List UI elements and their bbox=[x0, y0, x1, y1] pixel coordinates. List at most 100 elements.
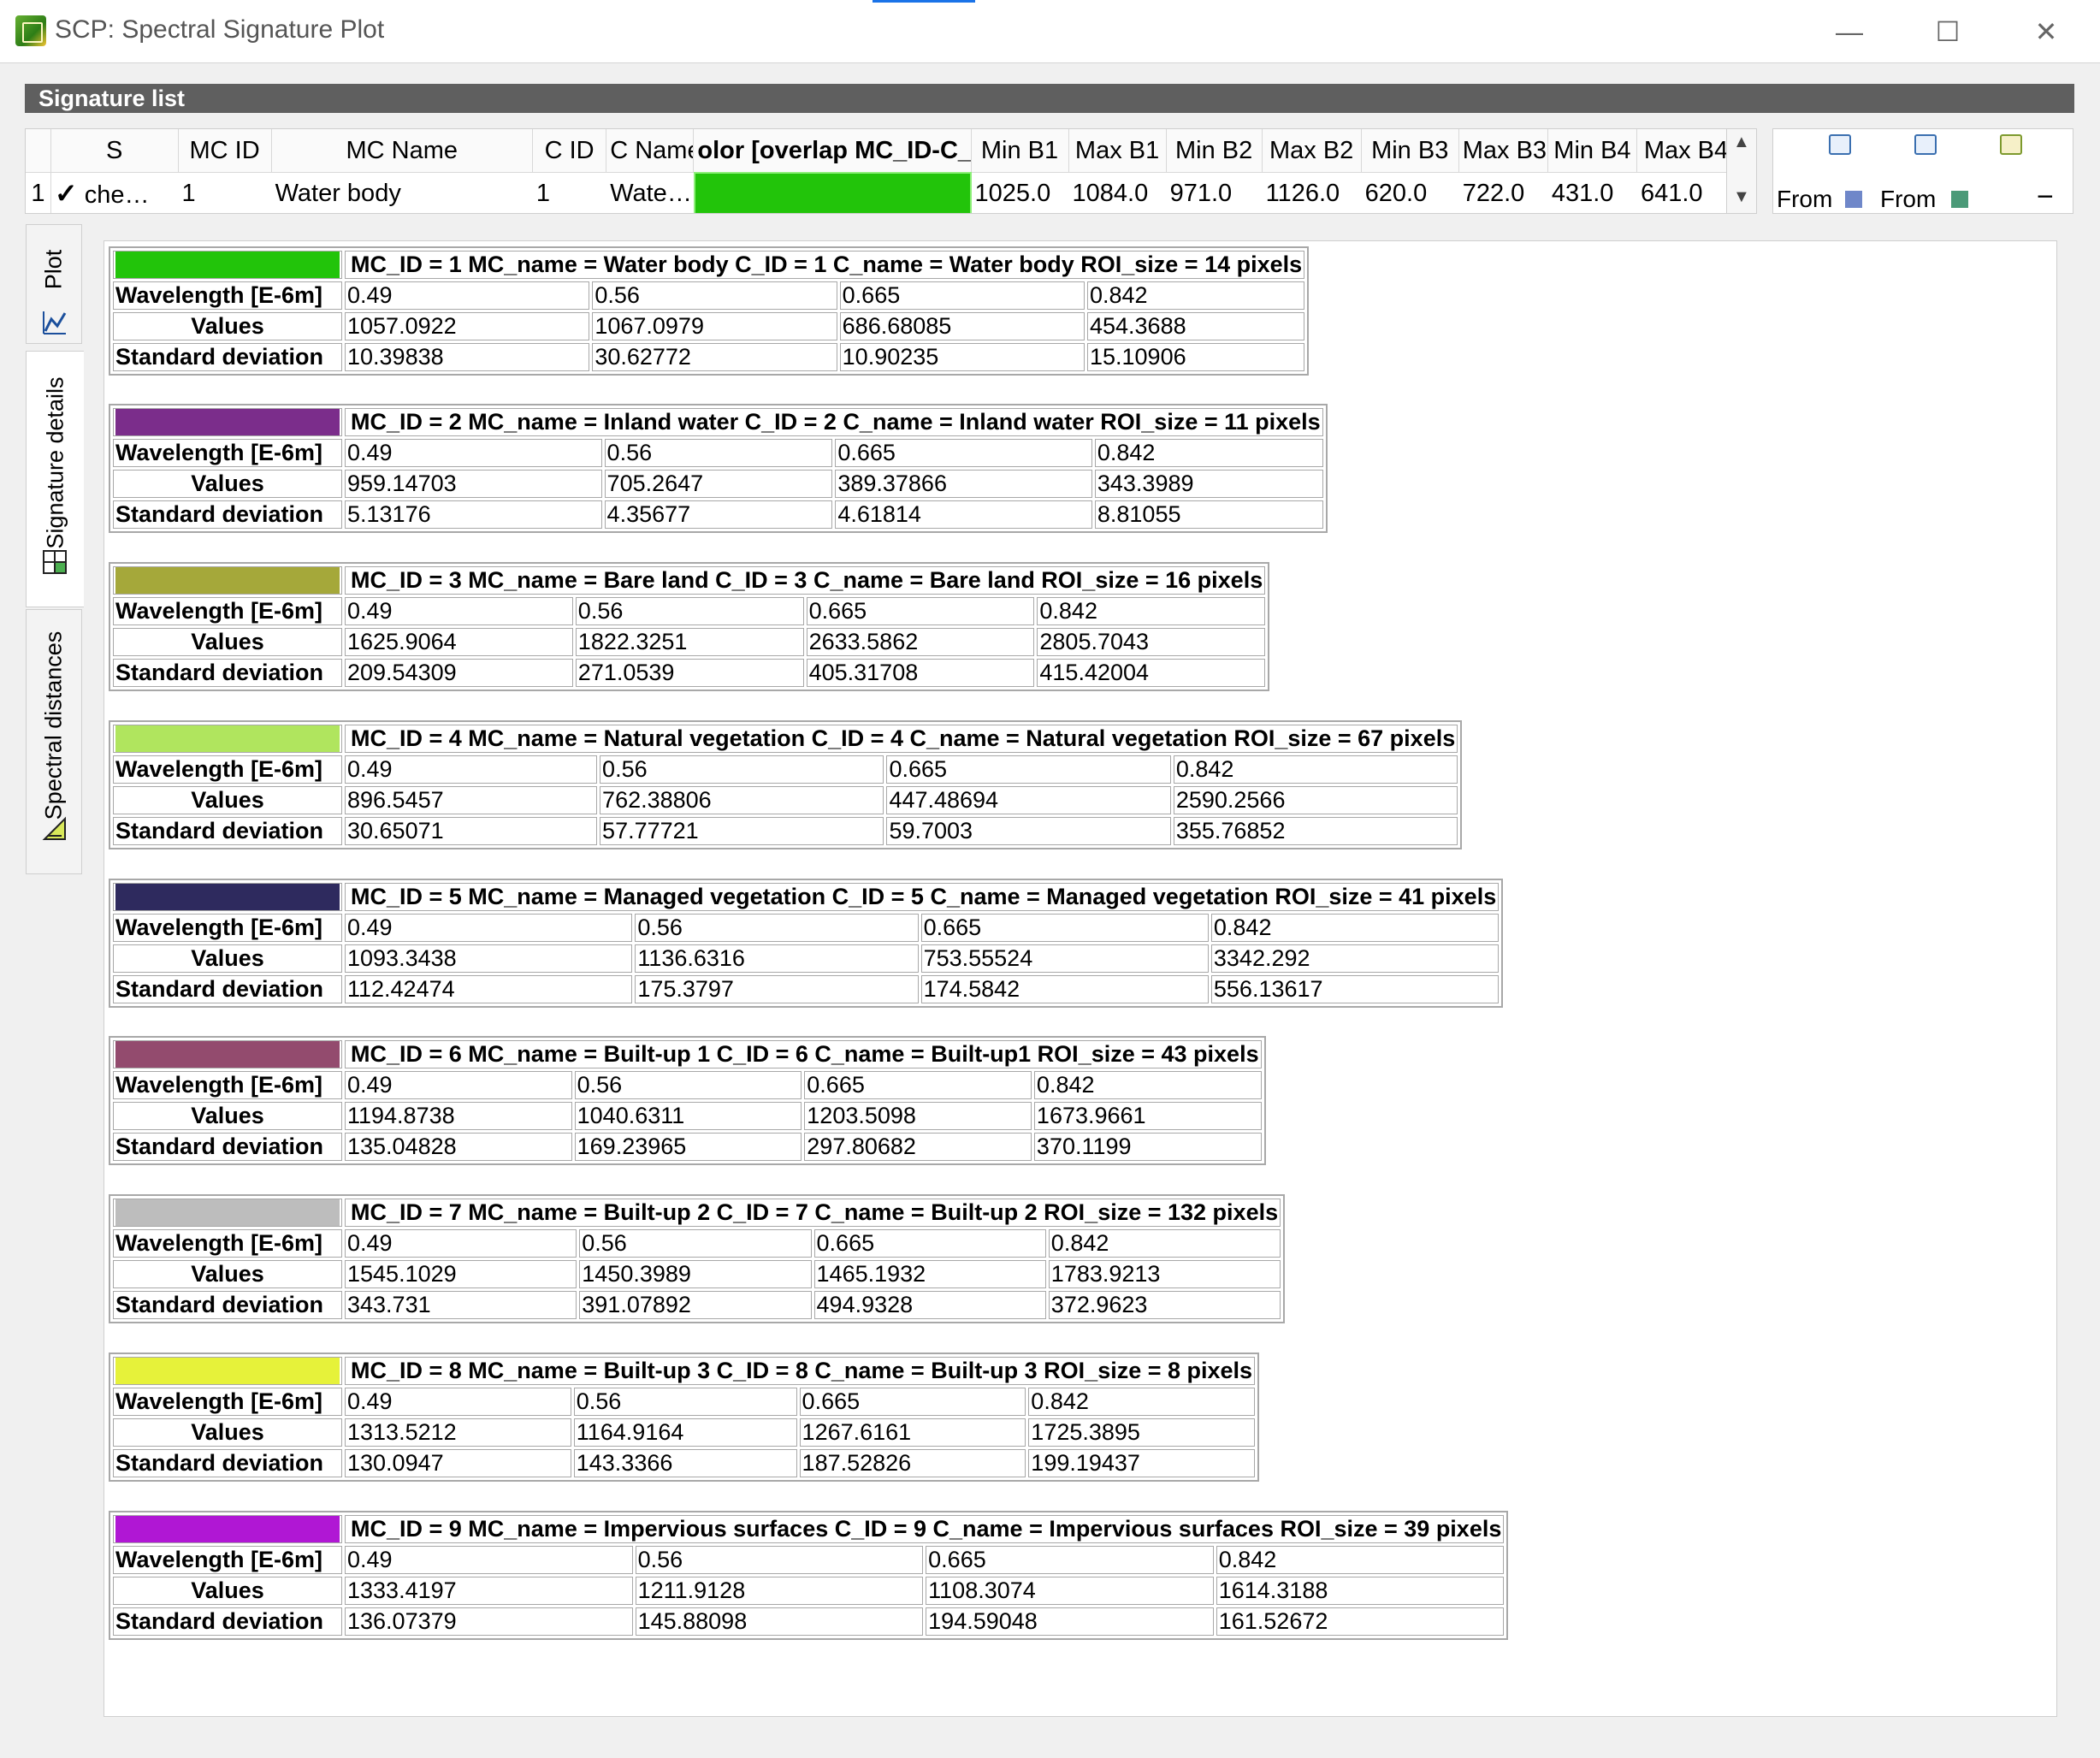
column-header-mc-name[interactable]: MC Name bbox=[272, 129, 533, 172]
column-header-color[interactable]: olor [overlap MC_ID-C_I bbox=[694, 129, 972, 172]
signature-detail-table: MC_ID = 1 MC_name = Water body C_ID = 1 … bbox=[109, 246, 1310, 376]
signature-title-row: MC_ID = 3 MC_name = Bare land C_ID = 3 C… bbox=[113, 566, 1266, 595]
signature-color-cell bbox=[113, 1357, 342, 1385]
tab-plot-label: Plot bbox=[40, 249, 67, 290]
cell-max-b3[interactable]: 722.0 bbox=[1459, 172, 1548, 213]
signature-list-scrollbar[interactable]: ▲ ▼ bbox=[1726, 128, 1757, 214]
maximize-icon: ☐ bbox=[1935, 16, 1961, 47]
column-header-max-b3[interactable]: Max B3 bbox=[1459, 129, 1548, 172]
std-row-cell: 5.13176 bbox=[345, 500, 602, 529]
tab-signature-details[interactable]: Signature details bbox=[26, 351, 84, 607]
cell-min-b1[interactable]: 1025.0 bbox=[972, 172, 1069, 213]
cell-max-b2[interactable]: 1126.0 bbox=[1263, 172, 1362, 213]
cell-max-b4[interactable]: 641.0 bbox=[1637, 172, 1735, 213]
std-row-cell: 145.88098 bbox=[635, 1607, 924, 1636]
signature-title-row: MC_ID = 8 MC_name = Built-up 3 C_ID = 8 … bbox=[113, 1357, 1256, 1385]
std-row-cell: 169.23965 bbox=[574, 1133, 802, 1161]
row-number-header bbox=[26, 129, 51, 172]
wavelength-row-label: Wavelength [E-6m] bbox=[113, 439, 342, 467]
signature-title-row: MC_ID = 5 MC_name = Managed vegetation C… bbox=[113, 883, 1500, 911]
values-row-cell: 1333.4197 bbox=[345, 1577, 633, 1605]
import-signature-icon[interactable] bbox=[1914, 134, 1937, 155]
signature-title: MC_ID = 5 MC_name = Managed vegetation C… bbox=[345, 883, 1500, 911]
plot-signature-icon[interactable] bbox=[2000, 134, 2022, 155]
wavelength-row: Wavelength [E-6m] 0.49 0.56 0.665 0.842 bbox=[113, 439, 1323, 467]
collapse-button[interactable]: − bbox=[2037, 181, 2054, 214]
cell-min-b3[interactable]: 620.0 bbox=[1362, 172, 1459, 213]
scroll-up-arrow-icon[interactable]: ▲ bbox=[1733, 133, 1750, 152]
scroll-down-arrow-icon[interactable]: ▼ bbox=[1733, 187, 1750, 207]
column-header-max-b1[interactable]: Max B1 bbox=[1069, 129, 1167, 172]
values-row-cell: 2633.5862 bbox=[806, 628, 1035, 656]
cell-min-b2[interactable]: 971.0 bbox=[1167, 172, 1263, 213]
cell-mc-name[interactable]: Water body bbox=[272, 172, 533, 213]
column-header-s[interactable]: S bbox=[51, 129, 179, 172]
from-label-2: From bbox=[1880, 186, 1937, 212]
wavelength-row-cell: 0.665 bbox=[835, 439, 1092, 467]
wavelength-row-cell: 0.842 bbox=[1037, 597, 1266, 625]
std-row-cell: 494.9328 bbox=[813, 1291, 1046, 1319]
from-raster-icon[interactable] bbox=[1845, 191, 1862, 208]
tab-plot[interactable]: Plot bbox=[26, 224, 82, 344]
cell-max-b1[interactable]: 1084.0 bbox=[1069, 172, 1167, 213]
values-row-cell: 1545.1029 bbox=[345, 1260, 577, 1288]
from-roi-icon[interactable] bbox=[1951, 191, 1968, 208]
checkmark-icon[interactable]: ✓ bbox=[55, 178, 78, 209]
std-row: Standard deviation 343.731 391.07892 494.93… bbox=[113, 1291, 1281, 1319]
wavelength-row-cell: 0.56 bbox=[573, 1388, 797, 1416]
wavelength-row-cell: 0.665 bbox=[804, 1071, 1032, 1099]
signature-title: MC_ID = 4 MC_name = Natural vegetation C… bbox=[345, 725, 1458, 753]
row-number: 1 bbox=[26, 172, 51, 213]
cell-c-name[interactable]: Wate… bbox=[606, 172, 694, 213]
wavelength-row-cell: 0.56 bbox=[579, 1229, 812, 1258]
values-row-cell: 2805.7043 bbox=[1037, 628, 1266, 656]
signature-title-row: MC_ID = 7 MC_name = Built-up 2 C_ID = 7 … bbox=[113, 1199, 1281, 1227]
signature-color-cell bbox=[113, 1040, 342, 1068]
cell-min-b4[interactable]: 431.0 bbox=[1548, 172, 1637, 213]
cell-mc-id[interactable]: 1 bbox=[179, 172, 272, 213]
wavelength-row-cell: 0.49 bbox=[345, 1229, 577, 1258]
close-button[interactable]: ✕ bbox=[2020, 12, 2072, 51]
table-icon bbox=[43, 550, 67, 574]
wavelength-row: Wavelength [E-6m] 0.49 0.56 0.665 0.842 bbox=[113, 1071, 1262, 1099]
cell-color-swatch[interactable] bbox=[694, 172, 972, 213]
values-row-label: Values bbox=[113, 1260, 342, 1288]
wavelength-row-label: Wavelength [E-6m] bbox=[113, 1229, 342, 1258]
signature-detail-block: MC_ID = 2 MC_name = Inland water C_ID = … bbox=[109, 404, 1328, 533]
column-header-min-b2[interactable]: Min B2 bbox=[1167, 129, 1263, 172]
column-header-max-b2[interactable]: Max B2 bbox=[1263, 129, 1362, 172]
column-header-min-b1[interactable]: Min B1 bbox=[972, 129, 1069, 172]
column-header-c-id[interactable]: C ID bbox=[533, 129, 607, 172]
signature-title: MC_ID = 8 MC_name = Built-up 3 C_ID = 8 … bbox=[345, 1357, 1256, 1385]
column-header-mc-id[interactable]: MC ID bbox=[179, 129, 272, 172]
cell-s: che… bbox=[84, 181, 150, 209]
signature-list-row[interactable]: 1 ✓ che… 1 Water body 1 Wate… 1025.0 108… bbox=[26, 172, 1735, 213]
column-header-min-b3[interactable]: Min B3 bbox=[1362, 129, 1459, 172]
signature-checkbox-cell[interactable]: ✓ che… bbox=[51, 172, 179, 213]
column-header-c-name[interactable]: C Name bbox=[606, 129, 695, 172]
signature-list-table[interactable]: S MC ID MC Name C ID C Name olor [overla… bbox=[25, 128, 1736, 214]
values-row-cell: 1822.3251 bbox=[575, 628, 804, 656]
signature-detail-block: MC_ID = 5 MC_name = Managed vegetation C… bbox=[109, 879, 1504, 1008]
maximize-button[interactable]: ☐ bbox=[1922, 12, 1973, 51]
signature-detail-table: MC_ID = 3 MC_name = Bare land C_ID = 3 C… bbox=[109, 562, 1270, 691]
minimize-button[interactable]: — bbox=[1824, 12, 1875, 51]
std-row-cell: 209.54309 bbox=[345, 659, 573, 687]
tab-spectral-distances[interactable]: Spectral distances bbox=[26, 609, 82, 874]
std-row-cell: 161.52672 bbox=[1216, 1607, 1505, 1636]
column-header-max-b4[interactable]: Max B4 bbox=[1637, 129, 1735, 172]
values-row-cell: 454.3688 bbox=[1086, 312, 1305, 340]
values-row-label: Values bbox=[113, 1418, 342, 1447]
wavelength-row-cell: 0.842 bbox=[1033, 1071, 1262, 1099]
values-row-label: Values bbox=[113, 944, 342, 973]
wavelength-row: Wavelength [E-6m] 0.49 0.56 0.665 0.842 bbox=[113, 597, 1266, 625]
signature-title-row: MC_ID = 2 MC_name = Inland water C_ID = … bbox=[113, 408, 1323, 436]
std-row-cell: 8.81055 bbox=[1094, 500, 1323, 529]
signature-title: MC_ID = 7 MC_name = Built-up 2 C_ID = 7 … bbox=[345, 1199, 1281, 1227]
wavelength-row-cell: 0.56 bbox=[604, 439, 833, 467]
remove-signature-icon[interactable] bbox=[1829, 134, 1851, 155]
cell-c-id[interactable]: 1 bbox=[533, 172, 606, 213]
signature-color-cell bbox=[113, 251, 342, 279]
column-header-min-b4[interactable]: Min B4 bbox=[1548, 129, 1637, 172]
wavelength-row-cell: 0.56 bbox=[575, 597, 804, 625]
